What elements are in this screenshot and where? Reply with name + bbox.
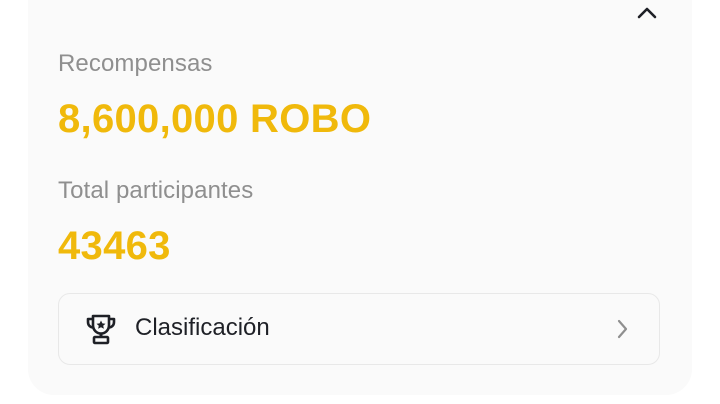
chevron-right-icon <box>617 319 628 339</box>
chevron-up-icon <box>637 7 657 19</box>
trophy-icon <box>86 314 116 345</box>
participants-label: Total participantes <box>58 177 254 204</box>
ranking-label: Clasificación <box>135 314 270 341</box>
ranking-button[interactable]: Clasificación <box>58 293 660 365</box>
participants-value: 43463 <box>58 224 171 268</box>
collapse-button[interactable] <box>631 0 663 26</box>
rewards-value: 8,600,000 ROBO <box>58 97 372 141</box>
rewards-label: Recompensas <box>58 50 213 77</box>
